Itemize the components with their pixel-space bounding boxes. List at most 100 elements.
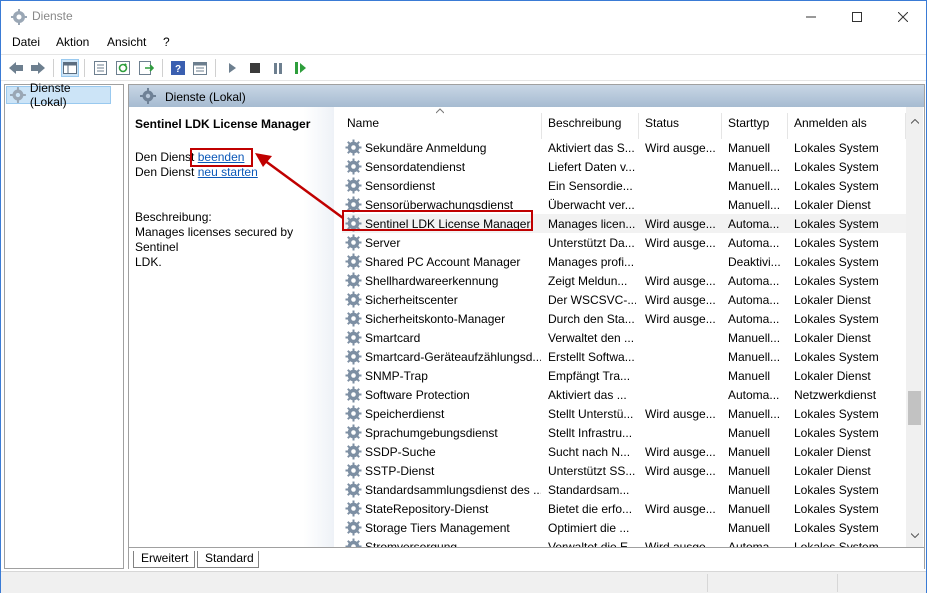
service-starttype: Manuell — [728, 464, 771, 478]
minimize-button[interactable] — [788, 1, 834, 32]
service-description: Unterstützt Da... — [548, 236, 635, 250]
menu-ansicht[interactable]: Ansicht — [107, 35, 146, 49]
scrollbar-thumb[interactable] — [908, 391, 921, 425]
service-row[interactable]: Sicherheitskonto-Manager Durch den Sta...… — [342, 309, 908, 328]
restart-service-prefix: Den Dienst — [135, 165, 195, 179]
column-header-name[interactable]: Name — [347, 116, 379, 130]
status-divider — [837, 574, 838, 592]
maximize-button[interactable] — [834, 1, 880, 32]
service-row[interactable]: Smartcard Verwaltet den ... Manuell... Loka… — [342, 328, 908, 347]
scroll-up-button[interactable] — [906, 113, 923, 130]
details-header: Dienste (Lokal) — [129, 85, 924, 107]
menu-datei[interactable]: Datei — [12, 35, 40, 49]
service-gear-icon — [345, 481, 362, 498]
service-status: Wird ausge... — [645, 274, 716, 288]
service-row[interactable]: Sekundäre Anmeldung Aktiviert das S... Wir… — [342, 138, 908, 157]
service-name: Stromversorgung — [365, 540, 458, 547]
details-header-title: Dienste (Lokal) — [165, 90, 246, 104]
tree-item-label: Dienste (Lokal) — [29, 81, 71, 109]
show-hide-console-tree-button[interactable] — [61, 59, 79, 77]
restart-service-button[interactable] — [291, 59, 309, 77]
console-tree-icon — [63, 62, 77, 74]
service-row[interactable]: Storage Tiers Management Optimiert die ..… — [342, 518, 908, 537]
column-divider[interactable] — [721, 113, 722, 139]
service-name: SSDP-Suche — [365, 445, 436, 459]
column-divider[interactable] — [541, 113, 542, 139]
service-gear-icon — [345, 443, 362, 460]
start-service-button[interactable] — [223, 59, 241, 77]
column-header-logon[interactable]: Anmelden als — [794, 116, 867, 130]
service-status: Wird ausge... — [645, 445, 716, 459]
forward-button[interactable] — [29, 59, 47, 77]
service-logon: Lokales System — [794, 521, 879, 535]
service-row[interactable]: Smartcard-Geräteaufzählungsd... Erstellt … — [342, 347, 908, 366]
service-logon: Lokaler Dienst — [794, 331, 871, 345]
service-gear-icon — [345, 348, 362, 365]
service-gear-icon — [345, 329, 362, 346]
service-row[interactable]: SSDP-Suche Sucht nach N... Wird ausge... Ma… — [342, 442, 908, 461]
description-text-line1: Manages licenses secured by Sentinel — [135, 225, 294, 254]
service-row[interactable]: Shellhardwareerkennung Zeigt Meldun... Wir… — [342, 271, 908, 290]
service-name: SSTP-Dienst — [365, 464, 435, 478]
service-gear-icon — [345, 234, 362, 251]
service-row[interactable]: Standardsammlungsdienst des ... Standards… — [342, 480, 908, 499]
view-icon — [193, 61, 207, 75]
service-row[interactable]: Sensordienst Ein Sensordie... Manuell... Lo… — [342, 176, 908, 195]
service-gear-icon — [345, 424, 362, 441]
service-gear-icon — [345, 367, 362, 384]
service-gear-icon — [345, 139, 362, 156]
service-row[interactable]: Shared PC Account Manager Manages profi..… — [342, 252, 908, 271]
service-starttype: Manuell — [728, 369, 771, 383]
column-header-starttype[interactable]: Starttyp — [728, 116, 769, 130]
service-row[interactable]: Speicherdienst Stellt Unterstü... Wird aus… — [342, 404, 908, 423]
service-description: Unterstützt SS... — [548, 464, 636, 478]
column-divider[interactable] — [638, 113, 639, 139]
refresh-icon — [116, 61, 130, 75]
tree-item-services-local[interactable]: Dienste (Lokal) — [6, 81, 111, 109]
service-row[interactable]: Sprachumgebungsdienst Stellt Infrastru...… — [342, 423, 908, 442]
tab-erweitert[interactable]: Erweitert — [133, 551, 195, 568]
close-button[interactable] — [880, 1, 926, 32]
service-status: Wird ausge... — [645, 293, 716, 307]
service-row[interactable]: Sicherheitscenter Der WSCSVC-... Wird ausg… — [342, 290, 908, 309]
service-row[interactable]: Server Unterstützt Da... Wird ausge... Auto… — [342, 233, 908, 252]
stop-service-button[interactable] — [246, 59, 264, 77]
properties-button[interactable] — [91, 59, 109, 77]
column-header-description[interactable]: Beschreibung — [548, 116, 621, 130]
export-list-button[interactable] — [137, 59, 155, 77]
service-gear-icon — [345, 462, 362, 479]
service-gear-icon — [345, 272, 362, 289]
service-status: Wird ausge... — [645, 312, 716, 326]
service-logon: Lokales System — [794, 502, 879, 516]
view-button[interactable] — [191, 59, 209, 77]
tab-standard[interactable]: Standard — [197, 551, 259, 568]
service-description: Bietet die erfo... — [548, 502, 633, 516]
refresh-button[interactable] — [114, 59, 132, 77]
console-tree: Dienste (Lokal) — [4, 81, 124, 569]
service-starttype: Manuell... — [728, 160, 781, 174]
column-divider[interactable] — [787, 113, 788, 139]
restart-service-link[interactable]: neu starten — [198, 165, 258, 179]
vertical-scrollbar[interactable] — [906, 107, 923, 547]
help-icon: ? — [171, 61, 185, 75]
list-header: Name Beschreibung Status Starttyp Anmeld… — [342, 107, 924, 139]
service-row[interactable]: Sensordatendienst Liefert Daten v... Manue… — [342, 157, 908, 176]
menu-aktion[interactable]: Aktion — [56, 35, 89, 49]
service-row[interactable]: SSTP-Dienst Unterstützt SS... Wird ausge..… — [342, 461, 908, 480]
menu-help[interactable]: ? — [163, 35, 170, 49]
service-row[interactable]: Software Protection Aktiviert das ... Auto… — [342, 385, 908, 404]
service-row[interactable]: StateRepository-Dienst Bietet die erfo...… — [342, 499, 908, 518]
service-name: SNMP-Trap — [365, 369, 428, 383]
column-header-status[interactable]: Status — [645, 116, 679, 130]
back-button[interactable] — [7, 59, 25, 77]
help-button[interactable]: ? — [169, 59, 187, 77]
service-starttype: Manuell... — [728, 179, 781, 193]
service-row[interactable]: SNMP-Trap Empfängt Tra... Manuell Lokaler D… — [342, 366, 908, 385]
scroll-down-button[interactable] — [906, 527, 923, 544]
service-logon: Lokaler Dienst — [794, 445, 871, 459]
pause-service-button[interactable] — [269, 59, 287, 77]
service-gear-icon — [345, 519, 362, 536]
service-row[interactable]: Stromversorgung Verwaltet die E... Wird au… — [342, 537, 908, 547]
service-description: Durch den Sta... — [548, 312, 635, 326]
service-starttype: Automa... — [728, 388, 780, 402]
